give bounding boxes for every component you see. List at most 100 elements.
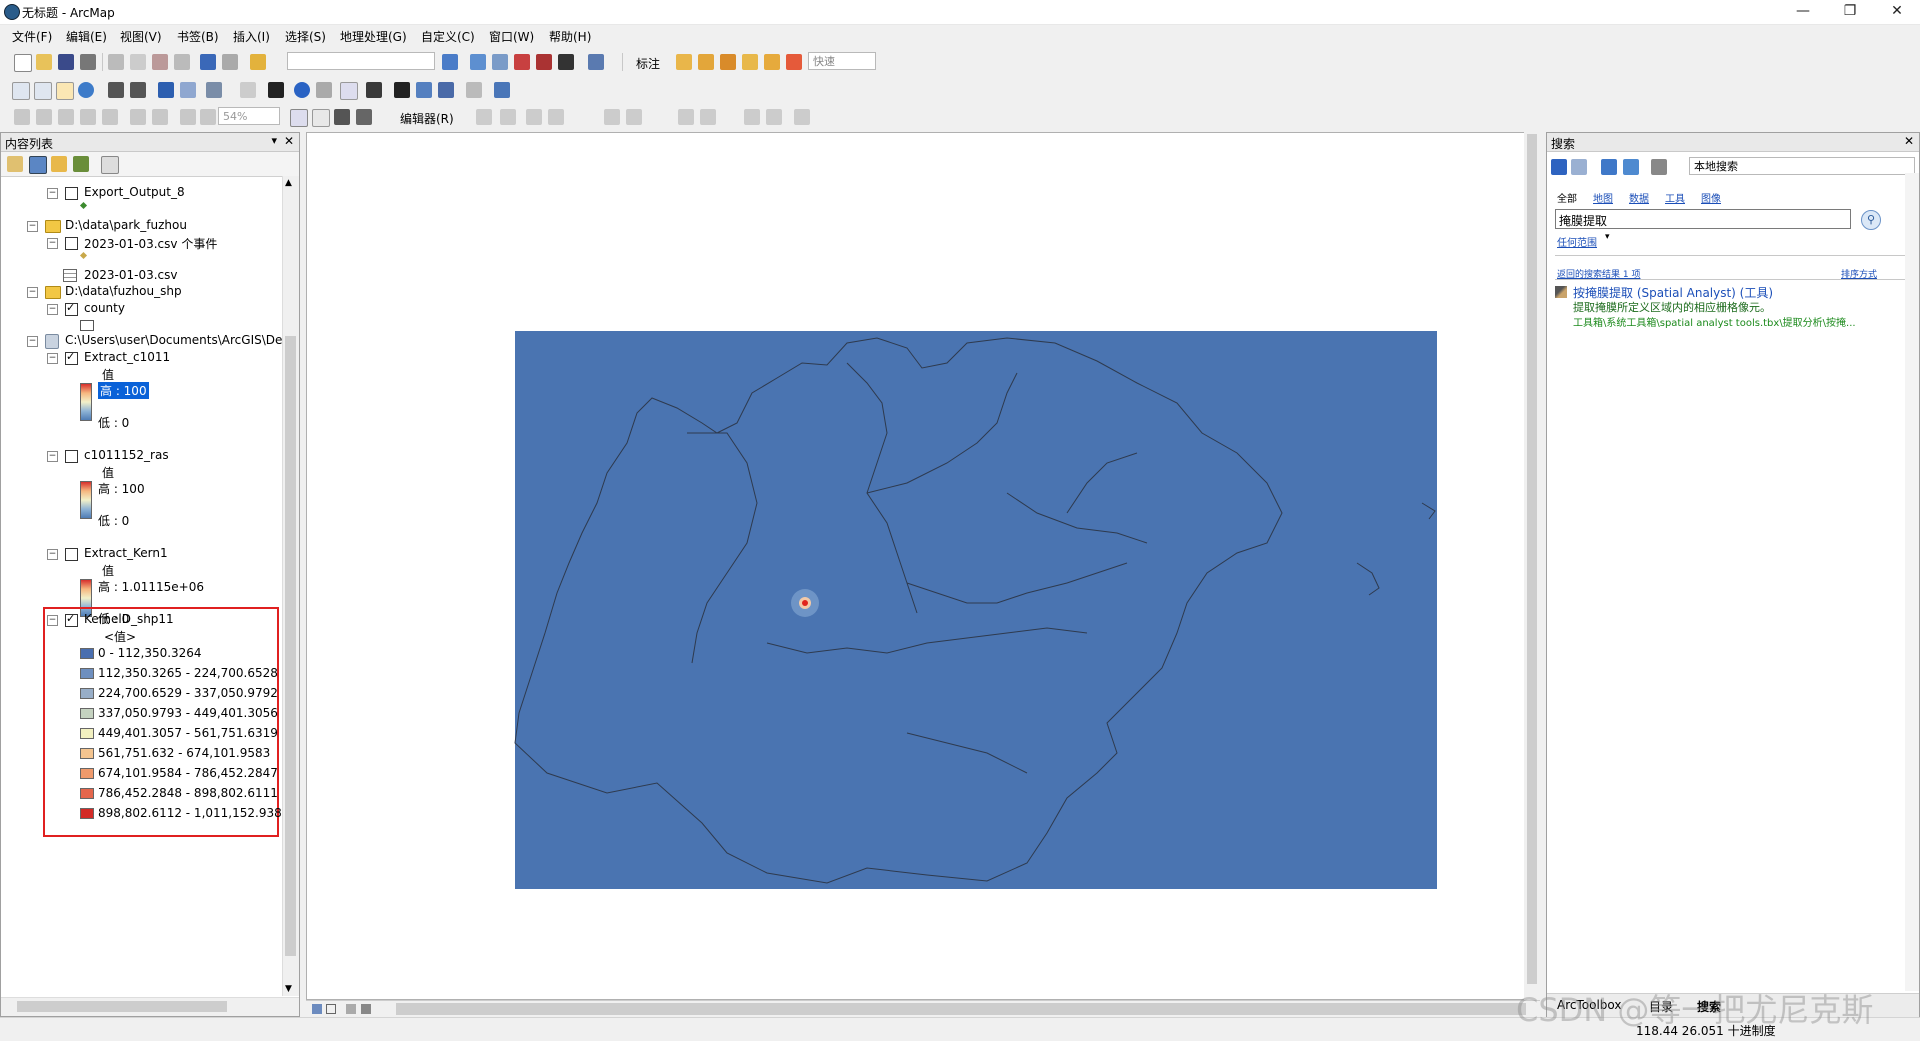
search-tab-maps[interactable]: 地图 bbox=[1593, 190, 1613, 205]
time-slider-icon[interactable] bbox=[466, 82, 482, 98]
search-refresh-icon[interactable] bbox=[1623, 159, 1639, 175]
layout-forward-icon[interactable] bbox=[180, 109, 196, 125]
lock-labels-icon[interactable] bbox=[742, 54, 758, 70]
collapse-icon[interactable]: − bbox=[47, 451, 58, 462]
menu-insert[interactable]: 插入(I) bbox=[233, 28, 270, 45]
layer-county[interactable]: county bbox=[84, 301, 125, 315]
layer-visibility-checkbox[interactable] bbox=[65, 450, 78, 463]
collapse-icon[interactable]: − bbox=[47, 304, 58, 315]
legend-high-label-selected[interactable]: 高 : 100 bbox=[98, 382, 149, 399]
search-options-icon[interactable] bbox=[1651, 159, 1667, 175]
fixed-zoom-in-icon[interactable] bbox=[108, 82, 124, 98]
collapse-icon[interactable]: − bbox=[47, 353, 58, 364]
menu-help[interactable]: 帮助(H) bbox=[549, 28, 591, 45]
go-to-xy-icon[interactable] bbox=[438, 82, 454, 98]
layer-visibility-checkbox[interactable] bbox=[65, 548, 78, 561]
copy-icon[interactable] bbox=[130, 54, 146, 70]
html-popup-icon[interactable] bbox=[340, 82, 358, 100]
quick-labeling-dropdown[interactable]: 快速 bbox=[808, 52, 876, 70]
split-tool-icon[interactable] bbox=[678, 109, 694, 125]
list-by-visibility-icon[interactable] bbox=[51, 156, 67, 172]
find-icon[interactable] bbox=[394, 82, 410, 98]
layer-visibility-checkbox[interactable] bbox=[65, 301, 78, 316]
map-scale-dropdown[interactable] bbox=[287, 52, 435, 70]
menu-customize[interactable]: 自定义(C) bbox=[421, 28, 475, 45]
any-extent-link[interactable]: 任何范围 bbox=[1557, 234, 1597, 249]
color-ramp-swatch[interactable] bbox=[80, 383, 92, 421]
menu-view[interactable]: 视图(V) bbox=[120, 28, 162, 45]
class-color-swatch[interactable] bbox=[80, 708, 94, 719]
open-folder-icon[interactable] bbox=[36, 54, 52, 70]
collapse-icon[interactable]: − bbox=[27, 221, 38, 232]
layout-back-icon[interactable] bbox=[152, 109, 168, 125]
layout-zoom-dropdown[interactable]: 54% bbox=[218, 107, 280, 125]
toc-scroll-thumb[interactable] bbox=[285, 336, 296, 956]
workspace-default-gdb[interactable]: C:\Users\user\Documents\ArcGIS\Def bbox=[65, 333, 287, 347]
labeling-menu[interactable]: 标注 bbox=[636, 55, 660, 72]
toc-close-icon[interactable]: ✕ bbox=[284, 134, 294, 148]
color-ramp-swatch[interactable] bbox=[80, 481, 92, 519]
menu-bookmarks[interactable]: 书签(B) bbox=[177, 28, 219, 45]
search-scope-dropdown[interactable]: 本地搜索 bbox=[1689, 157, 1915, 175]
chevron-down-icon[interactable]: ▾ bbox=[1605, 232, 1610, 242]
map-vertical-scrollbar[interactable] bbox=[1524, 132, 1540, 1000]
new-document-icon[interactable] bbox=[14, 54, 32, 72]
paste-icon[interactable] bbox=[152, 54, 168, 70]
collapse-icon[interactable]: − bbox=[47, 549, 58, 560]
minimize-button[interactable]: — bbox=[1780, 0, 1826, 24]
full-extent-icon[interactable] bbox=[78, 82, 94, 98]
end-point-arc-icon[interactable] bbox=[548, 109, 564, 125]
workspace-fuzhou-shp[interactable]: D:\data\fuzhou_shp bbox=[65, 284, 182, 298]
close-button[interactable]: ✕ bbox=[1874, 0, 1920, 24]
editor-menu[interactable]: 编辑器(R) bbox=[400, 110, 454, 127]
go-forward-icon[interactable] bbox=[180, 82, 196, 98]
class-color-swatch[interactable] bbox=[80, 788, 94, 799]
pin-icon[interactable]: ▾ bbox=[271, 134, 277, 147]
toc-hscroll-thumb[interactable] bbox=[17, 1001, 227, 1012]
scroll-down-arrow[interactable]: ▼ bbox=[285, 984, 292, 994]
label-manager-icon[interactable] bbox=[676, 54, 692, 70]
layer-visibility-checkbox[interactable] bbox=[65, 187, 78, 200]
polygon-symbol[interactable] bbox=[80, 320, 94, 331]
search-close-icon[interactable]: ✕ bbox=[1904, 134, 1914, 148]
go-back-icon[interactable] bbox=[158, 82, 174, 98]
catalog-window-icon[interactable] bbox=[492, 54, 508, 70]
menu-geoprocessing[interactable]: 地理处理(G) bbox=[340, 28, 407, 45]
menu-windows[interactable]: 窗口(W) bbox=[489, 28, 534, 45]
maximize-button[interactable]: ❐ bbox=[1827, 0, 1873, 24]
class-color-swatch[interactable] bbox=[80, 668, 94, 679]
pause-drawing-icon[interactable] bbox=[361, 1004, 371, 1014]
class-color-swatch[interactable] bbox=[80, 728, 94, 739]
save-icon[interactable] bbox=[58, 54, 74, 70]
view-unplaced-labels-icon[interactable] bbox=[786, 54, 802, 70]
zoom-out-icon[interactable] bbox=[34, 82, 52, 100]
search-back-icon[interactable] bbox=[1551, 159, 1567, 175]
layer-csv-events[interactable]: 2023-01-03.csv 个事件 bbox=[84, 235, 217, 252]
layout-pan-icon[interactable] bbox=[58, 109, 74, 125]
zoom-100-icon[interactable] bbox=[102, 109, 118, 125]
data-driven-pages-icon[interactable] bbox=[334, 109, 350, 125]
class-color-swatch[interactable] bbox=[80, 808, 94, 819]
clear-selection-icon[interactable] bbox=[240, 82, 256, 98]
map-display[interactable] bbox=[306, 132, 1532, 1000]
collapse-icon[interactable]: − bbox=[27, 287, 38, 298]
edit-tool-icon[interactable] bbox=[476, 109, 492, 125]
collapse-icon[interactable]: − bbox=[47, 238, 58, 249]
map-canvas[interactable] bbox=[307, 133, 1533, 1001]
attributes-icon[interactable] bbox=[744, 109, 760, 125]
class-color-swatch[interactable] bbox=[80, 768, 94, 779]
select-features-icon[interactable] bbox=[206, 82, 222, 98]
hyperlink-icon[interactable] bbox=[316, 82, 332, 98]
layout-zoom-out-icon[interactable] bbox=[36, 109, 52, 125]
search-tab-data[interactable]: 数据 bbox=[1629, 190, 1649, 205]
add-data-icon[interactable] bbox=[250, 54, 266, 70]
pan-icon[interactable] bbox=[56, 82, 74, 100]
redo-icon[interactable] bbox=[222, 54, 238, 70]
layer-c1011152-ras[interactable]: c1011152_ras bbox=[84, 448, 169, 462]
zoom-in-icon[interactable] bbox=[12, 82, 30, 100]
layer-visibility-checkbox[interactable] bbox=[65, 612, 78, 627]
layer-extract-kern1[interactable]: Extract_Kern1 bbox=[84, 546, 168, 560]
identify-icon[interactable] bbox=[294, 82, 310, 98]
find-route-icon[interactable] bbox=[416, 82, 432, 98]
label-priority-icon[interactable] bbox=[698, 54, 714, 70]
